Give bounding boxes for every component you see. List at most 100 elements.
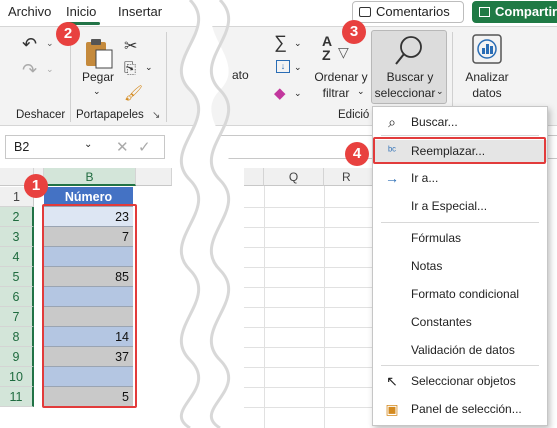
gridline [244,207,374,208]
autosum-dropdown-icon[interactable]: ⌄ [294,38,302,49]
buscar-label-1[interactable]: Buscar y [380,70,440,85]
row-header-9[interactable]: 9 [0,347,34,367]
column-header-b[interactable]: B [44,168,136,186]
row-header-10[interactable]: 10 [0,367,34,387]
buscar-label-2[interactable]: seleccionar [372,86,438,101]
autosum-icon[interactable]: ∑ [274,32,287,53]
formula-enter-icon[interactable]: ✓ [138,138,151,156]
screenshot-break-divider [179,0,231,428]
row-header-6[interactable]: 6 [0,287,34,307]
pegar-button-label[interactable]: Pegar [80,70,116,85]
compartir-button[interactable]: Compartir [472,1,557,23]
ordenar-dropdown-icon[interactable]: ⌄ [357,86,365,97]
row-header-5[interactable]: 5 [0,267,34,287]
share-icon [479,7,490,17]
menu-item-panel-de-seleccion[interactable]: ▣ Panel de selección... [373,398,547,420]
tab-inicio[interactable]: Inicio [66,4,96,19]
gridline [244,307,374,308]
menu-item-label: Buscar... [411,115,458,129]
gridline [244,347,374,348]
row-header-11[interactable]: 11 [0,387,34,407]
menu-item-label: Panel de selección... [411,402,522,416]
callout-3: 3 [342,20,366,44]
gridline [244,287,374,288]
ordenar-label-1[interactable]: Ordenar y [308,70,374,85]
search-icon: ⌕ [388,114,396,130]
reemplazar-highlight [373,137,546,164]
fill-dropdown-icon[interactable]: ⌄ [294,62,302,73]
format-painter-icon[interactable]: 🖌 [124,84,143,102]
gridline [244,387,374,388]
pointer-icon: ↖ [386,373,398,389]
menu-item-label: Notas [411,259,443,273]
menu-separator [381,365,539,366]
analizar-label-2[interactable]: datos [460,86,514,101]
comentarios-button[interactable]: Comentarios [352,1,464,23]
row-header-3[interactable]: 3 [0,227,34,247]
gridline [244,227,374,228]
comment-icon [359,7,371,17]
column-header-r[interactable]: R [324,168,376,186]
menu-item-constantes[interactable]: Constantes [373,311,547,333]
callout-2: 2 [56,22,80,46]
selection-highlight [42,204,137,408]
edicion-group-label: Edició [338,109,370,121]
copy-dropdown-icon[interactable]: ⌄ [145,62,153,73]
gridline [244,267,374,268]
compartir-label: Compartir [495,4,557,19]
menu-item-ir-a-especial[interactable]: Ir a Especial... [373,195,547,217]
sort-filter-icon[interactable]: AZ [322,34,332,62]
menu-item-label: Seleccionar objetos [411,374,516,388]
clear-dropdown-icon[interactable]: ⌄ [294,88,302,99]
funnel-icon: ▽ [338,44,349,60]
selection-pane-icon: ▣ [385,401,399,417]
menu-item-label: Formato condicional [411,287,520,301]
analizar-label-1[interactable]: Analizar [460,70,514,85]
menu-item-label: Fórmulas [411,231,462,245]
column-header-q[interactable]: Q [264,168,324,186]
magnifier-icon [395,36,422,65]
paste-icon[interactable] [84,38,114,70]
menu-item-validacion-de-datos[interactable]: Validación de datos [373,339,547,361]
ordenar-label-2[interactable]: filtrar [316,86,356,101]
menu-item-buscar[interactable]: ⌕ Buscar... [373,111,547,133]
comentarios-label: Comentarios [376,4,450,19]
gridline [244,327,374,328]
buscar-dropdown-icon[interactable]: ⌄ [436,86,444,97]
copy-icon[interactable]: ⎘ [124,60,136,77]
menu-item-formato-condicional[interactable]: Formato condicional [373,283,547,305]
arrow-right-icon: → [385,170,399,186]
name-box-value: B2 [14,140,30,154]
menu-separator [381,222,539,223]
menu-item-label: Ir a Especial... [411,199,488,213]
menu-item-notas[interactable]: Notas [373,255,547,277]
row-header-4[interactable]: 4 [0,247,34,267]
gridline [244,407,374,408]
callout-1: 1 [24,174,48,198]
row-header-7[interactable]: 7 [0,307,34,327]
menu-item-label: Validación de datos [411,343,515,357]
undo-dropdown-icon[interactable]: ⌄ [46,38,54,49]
formula-cancel-icon[interactable]: ✕ [116,138,129,156]
fill-icon[interactable]: ↓ [276,60,290,73]
menu-item-ir-a[interactable]: → Ir a... [373,167,547,189]
deshacer-group-label: Deshacer [16,109,66,121]
menu-item-label: Ir a... [411,171,439,185]
menu-separator [381,135,539,136]
row-header-2[interactable]: 2 [0,207,34,227]
redo-dropdown-icon[interactable]: ⌄ [46,64,54,75]
cut-icon[interactable]: ✂ [124,36,137,56]
tab-archivo[interactable]: Archivo [8,4,51,19]
clear-icon[interactable]: ◆ [274,84,286,102]
tab-insertar[interactable]: Insertar [118,4,162,19]
analyze-data-icon[interactable] [472,34,502,64]
gridline [244,247,374,248]
menu-item-formulas[interactable]: Fórmulas [373,227,547,249]
row-header-8[interactable]: 8 [0,327,34,347]
name-box[interactable]: B2 ⌄ ✕ ✓ [5,135,165,159]
name-box-dropdown-icon[interactable]: ⌄ [84,139,92,150]
redo-icon[interactable]: ↷ [22,60,37,81]
pegar-dropdown-icon[interactable]: ⌄ [93,86,101,97]
undo-icon[interactable]: ↶ [22,34,37,55]
menu-item-seleccionar-objetos[interactable]: ↖ Seleccionar objetos [373,370,547,392]
